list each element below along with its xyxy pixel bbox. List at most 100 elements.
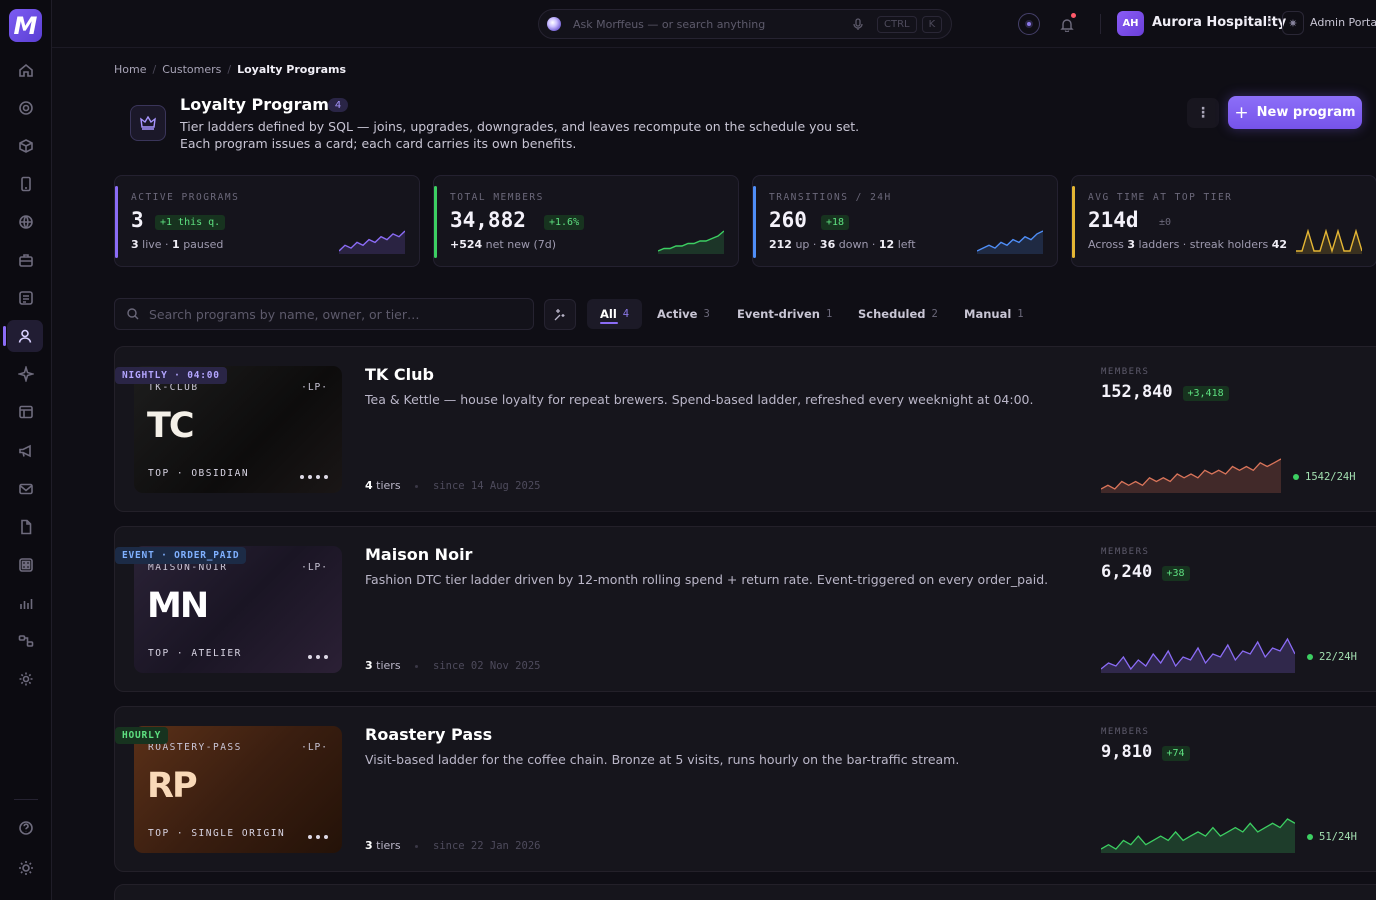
card-dot: [300, 475, 304, 479]
filter-tab-event-driven[interactable]: Event-driven 1: [724, 299, 845, 329]
members-label: MEMBERS: [1101, 727, 1150, 737]
admin-portal-link[interactable]: Admin Portal: [1310, 16, 1376, 29]
stat-subtext-part: 212: [769, 238, 792, 251]
stat-delta-badge: +18: [821, 215, 850, 230]
members-sparkline: [1101, 818, 1295, 853]
stat-subtext-part: paused: [179, 238, 224, 251]
org-avatar[interactable]: AH: [1117, 11, 1144, 36]
sidebar: M: [0, 0, 52, 900]
sidebar-item-cube[interactable]: [14, 134, 38, 158]
program-name[interactable]: TK Club: [365, 365, 434, 384]
sidebar-item-list[interactable]: [14, 286, 38, 310]
sidebar-item-megaphone[interactable]: [14, 439, 38, 463]
page-title: Loyalty Programs: [180, 95, 339, 114]
program-row[interactable]: TK-CLUB ·LP· TC TOP · OBSIDIAN TK Club NIGHTL…: [114, 346, 1376, 512]
card-dots: [308, 655, 328, 659]
sparkle-icon: [18, 366, 34, 382]
filter-tab-active[interactable]: Active 3: [644, 299, 723, 329]
sidebar-item-workflow[interactable]: [14, 629, 38, 653]
program-card-visual[interactable]: ROASTERY-PASS ·LP· RP TOP · SINGLE ORIGIN: [134, 726, 342, 853]
filter-tab-label: All: [600, 307, 617, 321]
tier-count: 3: [365, 839, 373, 852]
global-search[interactable]: Ask Morffeus — or search anything CTRL K: [538, 9, 952, 39]
stat-subtext-part: Across: [1088, 238, 1128, 251]
more-options-button[interactable]: ⋮: [1187, 98, 1219, 128]
filter-tab-all[interactable]: All 4: [587, 299, 643, 329]
sidebar-divider: [14, 799, 38, 800]
stat-subtext-part: 42: [1271, 238, 1288, 251]
program-tiers: 3 tiers: [365, 659, 401, 672]
sidebar-item-phone[interactable]: [14, 172, 38, 196]
members-label: MEMBERS: [1101, 547, 1150, 557]
program-card-visual[interactable]: MAISON-NOIR ·LP· MN TOP · ATELIER: [134, 546, 342, 673]
bell-icon[interactable]: [1056, 13, 1078, 35]
card-dot: [324, 475, 328, 479]
sidebar-item-bar-chart[interactable]: [14, 591, 38, 615]
members-label: MEMBERS: [1101, 367, 1150, 377]
stat-card: TRANSITIONS / 24H 260 +18 212 up · 36 down …: [752, 175, 1058, 267]
transition-rate-value: 1542/24H: [1305, 471, 1356, 483]
program-row[interactable]: [114, 884, 1376, 900]
sidebar-item-grid[interactable]: [14, 553, 38, 577]
card-dots: [308, 835, 328, 839]
filter-tab-count: 1: [825, 308, 833, 320]
filter-tab-manual[interactable]: Manual 1: [951, 299, 1037, 329]
radar-icon[interactable]: [1018, 13, 1040, 35]
program-row[interactable]: ROASTERY-PASS ·LP· RP TOP · SINGLE ORIGIN Ro…: [114, 706, 1376, 872]
filter-tab-count: 1: [1017, 308, 1024, 320]
schedule-badge: EVENT · ORDER_PAID: [115, 547, 247, 564]
members-delta-badge: +38: [1161, 566, 1190, 581]
stat-card: TOTAL MEMBERS 34,882 +1.6% +524 net new (7d…: [433, 175, 739, 267]
stat-subtext-part: 12: [878, 238, 895, 251]
new-program-button[interactable]: + New program: [1228, 96, 1362, 129]
microphone-icon[interactable]: [853, 17, 865, 31]
breadcrumb-customers[interactable]: Customers: [162, 63, 221, 76]
program-name[interactable]: Roastery Pass: [365, 725, 492, 744]
card-initials: RP: [147, 766, 198, 806]
program-row[interactable]: MAISON-NOIR ·LP· MN TOP · ATELIER Maison Noi…: [114, 526, 1376, 692]
members-value: 9,810: [1101, 742, 1153, 762]
breadcrumb-home[interactable]: Home: [114, 63, 146, 76]
ai-filter-button[interactable]: [544, 299, 576, 330]
sidebar-item-help[interactable]: [14, 816, 38, 840]
schedule-badge: HOURLY: [115, 727, 169, 744]
card-dot: [308, 655, 312, 659]
sparkline-area: [1101, 819, 1295, 853]
sidebar-item-user[interactable]: [3, 320, 43, 352]
filter-tab-count: 4: [622, 308, 630, 320]
app-logo[interactable]: M: [9, 9, 42, 42]
program-tiers: 3 tiers: [365, 839, 401, 852]
stat-subtext-part: live ·: [138, 238, 173, 251]
card-dot: [308, 835, 312, 839]
sidebar-item-target[interactable]: [14, 96, 38, 120]
program-card-visual[interactable]: TK-CLUB ·LP· TC TOP · OBSIDIAN: [134, 366, 342, 493]
members-sparkline: [1101, 637, 1295, 673]
tier-count-label: tiers: [376, 659, 401, 672]
program-search-input[interactable]: Search programs by name, owner, or tier…: [114, 298, 534, 330]
breadcrumb-current: Loyalty Programs: [237, 63, 347, 76]
sidebar-item-mail[interactable]: [14, 477, 38, 501]
sidebar-item-settings[interactable]: [14, 667, 38, 691]
stat-label: TOTAL MEMBERS: [450, 192, 544, 203]
stat-label: TRANSITIONS / 24H: [769, 192, 892, 203]
sidebar-item-home[interactable]: [14, 58, 38, 82]
admin-portal-icon[interactable]: ✷: [1282, 11, 1304, 35]
global-search-placeholder: Ask Morffeus — or search anything: [573, 17, 766, 31]
program-since: since 22 Jan 2026: [433, 840, 541, 852]
sidebar-item-briefcase[interactable]: [14, 248, 38, 272]
stat-sparkline: [339, 230, 405, 254]
stat-subtext-part: 3: [131, 238, 139, 251]
sidebar-item-document[interactable]: [14, 515, 38, 539]
sparkline-area: [658, 231, 724, 254]
filter-tab-scheduled[interactable]: Scheduled 2: [845, 299, 951, 329]
program-description: Visit-based ladder for the coffee chain.…: [365, 752, 960, 767]
sidebar-item-table[interactable]: [14, 400, 38, 424]
program-name[interactable]: Maison Noir: [365, 545, 472, 564]
card-initials: TC: [147, 406, 195, 446]
stat-subtext: 3 live · 1 paused: [131, 238, 223, 251]
sidebar-item-sparkle[interactable]: [14, 362, 38, 386]
sidebar-item-globe[interactable]: [14, 210, 38, 234]
org-name[interactable]: Aurora Hospitality: [1152, 15, 1286, 30]
sidebar-item-sun[interactable]: [14, 856, 38, 880]
filter-tab-count: 3: [703, 308, 710, 320]
